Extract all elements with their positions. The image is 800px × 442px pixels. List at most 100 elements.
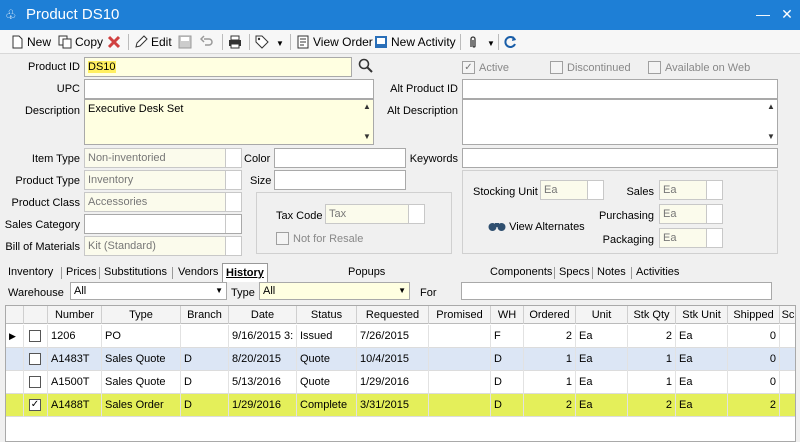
attachment-button[interactable]: ▼ [466,33,495,51]
table-row[interactable]: A1483T Sales Quote D 8/20/2015 Quote 10/4/201… [6,348,795,371]
cell-shipped[interactable]: 2 [728,394,780,417]
cell-promised[interactable] [429,394,491,417]
view-order-button[interactable]: View Order [296,33,373,51]
cell-stk-unit[interactable]: Ea [676,348,728,371]
new-activity-button[interactable]: New Activity [374,33,456,51]
discontinued-checkbox[interactable] [550,61,563,74]
search-icon[interactable] [358,58,374,74]
cell-stk-qty[interactable]: 2 [628,394,676,417]
row-indicator[interactable] [6,371,24,394]
for-input[interactable] [461,282,772,300]
sales-unit-select[interactable]: Ea [659,180,723,200]
warehouse-select[interactable]: All ▼ [70,282,227,300]
cell-stk-qty[interactable]: 1 [628,348,676,371]
tag-menu-button[interactable]: ▼ [255,33,284,51]
size-input[interactable] [274,170,406,190]
item-type-select[interactable]: Non-inventoried [84,148,242,168]
cell-wh[interactable]: D [491,371,524,394]
purchasing-unit-select[interactable]: Ea [659,204,723,224]
cell-requested[interactable]: 10/4/2015 [357,348,429,371]
cell-date[interactable]: 5/13/2016 [229,371,297,394]
alt-product-id-input[interactable] [462,79,778,99]
cell-requested[interactable]: 7/26/2015 [357,325,429,348]
row-checkbox[interactable] [29,330,41,342]
upc-input[interactable] [84,79,374,99]
close-button[interactable]: ✕ [776,4,798,24]
col-stk-qty[interactable]: Stk Qty [628,306,676,324]
tab-prices[interactable]: Prices [66,265,97,281]
cell-wh[interactable]: F [491,325,524,348]
cell-type[interactable]: Sales Order [102,394,181,417]
col-promised[interactable]: Promised [429,306,491,324]
edit-button[interactable]: Edit [134,33,172,51]
col-date[interactable]: Date [229,306,297,324]
cell-stk-qty[interactable]: 2 [628,325,676,348]
cell-status[interactable]: Issued [297,325,357,348]
cell-date[interactable]: 9/16/2015 3: [229,325,297,348]
refresh-button[interactable] [504,33,521,51]
tab-notes[interactable]: Notes [597,265,626,281]
cell-sc[interactable] [780,394,795,417]
cell-promised[interactable] [429,348,491,371]
cell-type[interactable]: Sales Quote [102,371,181,394]
tab-components[interactable]: Components [490,265,552,281]
cell-ordered[interactable]: 2 [524,325,576,348]
cell-stk-unit[interactable]: Ea [676,371,728,394]
cell-ordered[interactable]: 1 [524,371,576,394]
cell-promised[interactable] [429,325,491,348]
cell-ordered[interactable]: 2 [524,394,576,417]
tab-activities[interactable]: Activities [636,265,679,281]
tab-substitutions[interactable]: Substitutions [104,265,167,281]
available-web-checkbox[interactable] [648,61,661,74]
row-checkbox[interactable] [29,353,41,365]
col-sc[interactable]: Sc [780,306,795,324]
col-wh[interactable]: WH [491,306,524,324]
cell-unit[interactable]: Ea [576,348,628,371]
col-shipped[interactable]: Shipped [728,306,780,324]
row-checkbox[interactable]: ✓ [29,399,41,411]
cell-branch[interactable]: D [181,371,229,394]
bom-select[interactable]: Kit (Standard) [84,236,242,256]
cell-requested[interactable]: 1/29/2016 [357,371,429,394]
scroll-down-icon[interactable]: ▼ [362,132,372,142]
cell-wh[interactable]: D [491,394,524,417]
save-button[interactable] [178,33,195,51]
tab-popups[interactable]: Popups [348,265,385,281]
cell-shipped[interactable]: 0 [728,348,780,371]
scroll-down-icon[interactable]: ▼ [766,132,776,142]
tab-specs[interactable]: Specs [559,265,590,281]
cell-status[interactable]: Complete [297,394,357,417]
stocking-unit-select[interactable]: Ea [540,180,604,200]
cell-stk-qty[interactable]: 1 [628,371,676,394]
tab-inventory[interactable]: Inventory [8,265,53,281]
type-filter-select[interactable]: All ▼ [259,282,410,300]
cell-shipped[interactable]: 0 [728,371,780,394]
cell-type[interactable]: PO [102,325,181,348]
col-ordered[interactable]: Ordered [524,306,576,324]
delete-button[interactable] [107,33,124,51]
tab-history[interactable]: History [222,263,268,282]
cell-unit[interactable]: Ea [576,371,628,394]
cell-wh[interactable]: D [491,348,524,371]
cell-sc[interactable] [780,325,795,348]
col-requested[interactable]: Requested [357,306,429,324]
product-type-select[interactable]: Inventory [84,170,242,190]
cell-branch[interactable]: D [181,348,229,371]
sales-category-select[interactable] [84,214,242,234]
col-branch[interactable]: Branch [181,306,229,324]
undo-button[interactable] [200,33,217,51]
cell-date[interactable]: 1/29/2016 [229,394,297,417]
cell-promised[interactable] [429,371,491,394]
cell-ordered[interactable]: 1 [524,348,576,371]
cell-status[interactable]: Quote [297,348,357,371]
cell-sc[interactable] [780,371,795,394]
row-checkbox[interactable] [29,376,41,388]
col-status[interactable]: Status [297,306,357,324]
cell-number[interactable]: 1206 [48,325,102,348]
cell-type[interactable]: Sales Quote [102,348,181,371]
cell-shipped[interactable]: 0 [728,325,780,348]
minimize-button[interactable]: — [752,4,774,24]
alt-description-textarea[interactable]: ▲ ▼ [462,99,778,145]
col-unit[interactable]: Unit [576,306,628,324]
active-checkbox[interactable]: ✓ [462,61,475,74]
